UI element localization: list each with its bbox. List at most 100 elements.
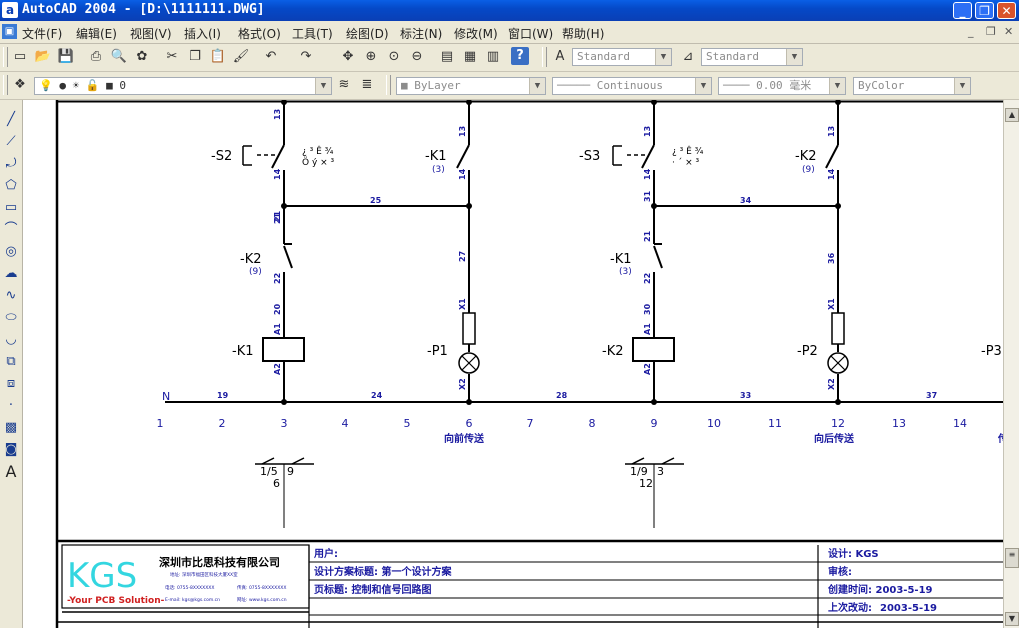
scroll-thumb[interactable]: ≡ — [1005, 548, 1019, 568]
make-current-layer-icon[interactable]: ≋ — [334, 75, 354, 95]
text-style-icon[interactable]: A — [550, 47, 570, 67]
k2-nc-ref: (9) — [249, 267, 262, 277]
chevron-down-icon[interactable]: ▼ — [829, 78, 845, 94]
column-numbers: 1 2 3 4 5 6 7 8 9 10 11 12 13 14 — [157, 417, 968, 430]
tool-palettes-icon[interactable]: ▥ — [483, 47, 503, 67]
forward-label: 向前传送 — [444, 432, 485, 445]
point-icon[interactable]: · — [1, 396, 21, 416]
save-icon[interactable]: 💾 — [56, 47, 76, 67]
layer-previous-icon[interactable]: ≣ — [357, 75, 377, 95]
properties-icon[interactable]: ▤ — [437, 47, 457, 67]
linetype-select[interactable]: ───── Continuous ▼ — [552, 77, 712, 95]
publish-icon[interactable]: ✿ — [132, 47, 152, 67]
chevron-down-icon[interactable]: ▼ — [954, 78, 970, 94]
chevron-down-icon[interactable]: ▼ — [655, 49, 671, 65]
layer-manager-icon[interactable]: ❖ — [10, 75, 30, 95]
pan-realtime-icon[interactable]: ✥ — [338, 47, 358, 67]
spline-icon[interactable]: ∿ — [1, 286, 21, 306]
color-select[interactable]: ■ ByLayer ▼ — [396, 77, 546, 95]
column-number: 1 — [157, 417, 164, 430]
multiline-text-icon[interactable]: A — [1, 462, 21, 482]
menu-file[interactable]: 文件(F) — [22, 25, 62, 42]
scroll-up-icon[interactable]: ▲ — [1005, 108, 1019, 122]
rectangle-icon[interactable]: ▭ — [1, 198, 21, 218]
mdi-close-button[interactable]: ✕ — [1004, 25, 1013, 38]
cut-icon[interactable]: ✂ — [162, 47, 182, 67]
chevron-down-icon[interactable]: ▼ — [786, 49, 802, 65]
close-button[interactable]: ✕ — [997, 2, 1016, 19]
dim-style-icon[interactable]: ⊿ — [678, 47, 698, 67]
chevron-down-icon[interactable]: ▼ — [315, 78, 331, 94]
circle-icon[interactable]: ◎ — [1, 242, 21, 262]
menu-insert[interactable]: 插入(I) — [184, 25, 221, 42]
chevron-down-icon[interactable]: ▼ — [529, 78, 545, 94]
toolbar-grip[interactable] — [542, 47, 547, 67]
autocad-app-icon[interactable]: a — [2, 2, 18, 18]
pin-label: 13 — [827, 126, 836, 137]
menu-draw[interactable]: 绘图(D) — [346, 25, 389, 42]
line-icon[interactable]: ╱ — [1, 110, 21, 130]
open-folder-icon[interactable]: 📂 — [33, 47, 53, 67]
menu-dimension[interactable]: 标注(N) — [400, 25, 442, 42]
design-title-field: 设计方案标题: 第一个设计方案 — [314, 565, 452, 578]
new-file-icon[interactable]: ▭ — [10, 47, 30, 67]
redo-icon[interactable]: ↷ — [296, 47, 316, 67]
pin-label: 14 — [827, 168, 836, 180]
copy-icon[interactable]: ❐ — [185, 47, 205, 67]
construction-line-icon[interactable]: ⟋ — [1, 132, 21, 152]
menu-view[interactable]: 视图(V) — [130, 25, 172, 42]
toolbar-grip[interactable] — [3, 75, 8, 95]
wire-number: 25 — [370, 196, 382, 205]
text-style-select[interactable]: Standard ▼ — [572, 48, 672, 66]
menu-modify[interactable]: 修改(M) — [454, 25, 498, 42]
zoom-window-icon[interactable]: ⊙ — [384, 47, 404, 67]
revision-cloud-icon[interactable]: ☁ — [1, 264, 21, 284]
drawing-canvas[interactable]: -S2 -K1 -S3 -K2 -K2 -K1 -K1 -P1 -K2 -P2 … — [23, 100, 1003, 628]
wire-number: 19 — [217, 391, 229, 400]
print-preview-icon[interactable]: 🔍 — [109, 47, 129, 67]
menu-help[interactable]: 帮助(H) — [562, 25, 604, 42]
lineweight-select[interactable]: ──── 0.00 毫米 ▼ — [718, 77, 846, 95]
document-icon[interactable]: ▣ — [2, 24, 17, 39]
mdi-restore-button[interactable]: ❐ — [986, 25, 996, 38]
company-name: 深圳市比思科技有限公司 — [159, 555, 280, 569]
menu-edit[interactable]: 编辑(E) — [76, 25, 117, 42]
arc-icon[interactable]: ⌒ — [1, 220, 21, 240]
menu-window[interactable]: 窗口(W) — [508, 25, 553, 42]
hatch-icon[interactable]: ▩ — [1, 418, 21, 438]
print-icon[interactable]: ⎙ — [86, 47, 106, 67]
polygon-icon[interactable]: ⬠ — [1, 176, 21, 196]
undo-icon[interactable]: ↶ — [261, 47, 281, 67]
pin-label: 22 — [273, 273, 282, 284]
maximize-button[interactable]: ❐ — [975, 2, 994, 19]
dim-style-select[interactable]: Standard ▼ — [701, 48, 803, 66]
page-title-field: 页标题: 控制和信号回路图 — [314, 583, 431, 596]
scroll-down-icon[interactable]: ▼ — [1005, 612, 1019, 626]
s3-note-line2: · ´ × ³ — [672, 157, 699, 168]
ellipse-arc-icon[interactable]: ◡ — [1, 330, 21, 350]
menu-tools[interactable]: 工具(T) — [292, 25, 333, 42]
vertical-scrollbar[interactable]: ▲ ≡ ▼ — [1003, 100, 1019, 628]
region-icon[interactable]: ◙ — [1, 440, 21, 460]
minimize-button[interactable]: _ — [953, 2, 972, 19]
zoom-previous-icon[interactable]: ⊖ — [407, 47, 427, 67]
toolbar-grip[interactable] — [3, 47, 8, 67]
toolbar-grip[interactable] — [386, 75, 391, 95]
match-properties-icon[interactable]: 🖌 — [231, 47, 251, 67]
polyline-icon[interactable]: ⤾ — [1, 154, 21, 174]
wire-number: 36 — [827, 252, 836, 264]
help-icon[interactable]: ? — [511, 47, 529, 65]
make-block-icon[interactable]: ⧈ — [1, 374, 21, 394]
layer-select[interactable]: 💡 ● ☀ 🔓 ■ 0 ▼ — [34, 77, 332, 95]
menu-format[interactable]: 格式(O) — [238, 25, 281, 42]
insert-block-icon[interactable]: ⧉ — [1, 352, 21, 372]
zoom-realtime-icon[interactable]: ⊕ — [361, 47, 381, 67]
design-center-icon[interactable]: ▦ — [460, 47, 480, 67]
plotstyle-select[interactable]: ByColor ▼ — [853, 77, 971, 95]
paste-icon[interactable]: 📋 — [208, 47, 228, 67]
ellipse-icon[interactable]: ⬭ — [1, 308, 21, 328]
mdi-minimize-button[interactable]: _ — [968, 25, 974, 38]
neutral-label: N — [162, 390, 170, 403]
wire-number: 31 — [643, 190, 652, 202]
chevron-down-icon[interactable]: ▼ — [695, 78, 711, 94]
